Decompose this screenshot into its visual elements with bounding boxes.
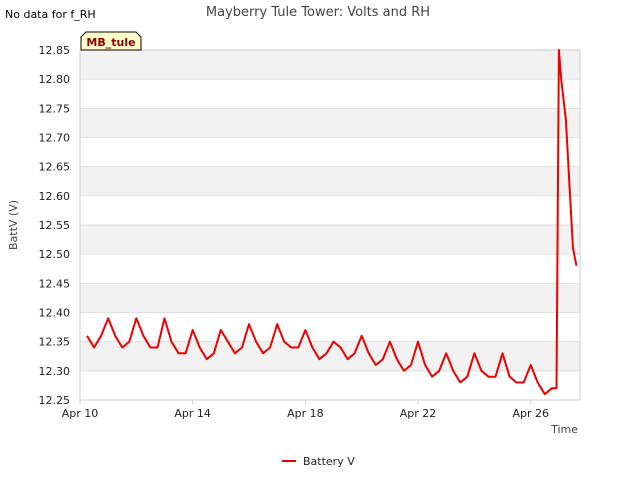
y-tick-label: 12.85 [39, 44, 71, 57]
grid-band [80, 50, 580, 80]
y-tick-label: 12.55 [39, 219, 71, 232]
x-axis-label: Time [550, 423, 578, 436]
y-tick-label: 12.35 [39, 336, 71, 349]
legend: Battery V [282, 455, 355, 468]
x-tick-label: Apr 18 [287, 407, 324, 420]
chart-svg: Mayberry Tule Tower: Volts and RH No dat… [5, 5, 581, 468]
no-data-notice: No data for f_RH [5, 8, 96, 21]
y-tick-label: 12.40 [39, 307, 71, 320]
y-tick-label: 12.65 [39, 161, 71, 174]
grid-band [80, 166, 580, 196]
x-tick-label: Apr 22 [400, 407, 437, 420]
x-tick-label: Apr 10 [62, 407, 99, 420]
x-axis: Apr 10 Apr 14 Apr 18 Apr 22 Apr 26 [62, 400, 549, 420]
x-tick-label: Apr 14 [174, 407, 211, 420]
y-tick-label: 12.80 [39, 73, 71, 86]
y-tick-label: 12.30 [39, 365, 71, 378]
y-tick-label: 12.25 [39, 394, 71, 407]
y-tick-label: 12.75 [39, 102, 71, 115]
y-tick-label: 12.45 [39, 277, 71, 290]
grid-band [80, 108, 580, 138]
station-badge: MB_tule [80, 31, 142, 51]
y-tick-label: 12.50 [39, 248, 71, 261]
legend-label: Battery V [303, 455, 355, 468]
grid-band [80, 225, 580, 255]
grid-band [80, 283, 580, 313]
y-axis-label: BattV (V) [7, 200, 20, 250]
y-tick-label: 12.60 [39, 190, 71, 203]
y-axis: 12.25 12.30 12.35 12.40 12.45 12.50 12.55 12.60… [39, 44, 71, 407]
y-tick-label: 12.70 [39, 132, 71, 145]
chart-title: Mayberry Tule Tower: Volts and RH [206, 5, 430, 20]
badge-label: MB_tule [86, 36, 135, 49]
x-tick-label: Apr 26 [512, 407, 549, 420]
